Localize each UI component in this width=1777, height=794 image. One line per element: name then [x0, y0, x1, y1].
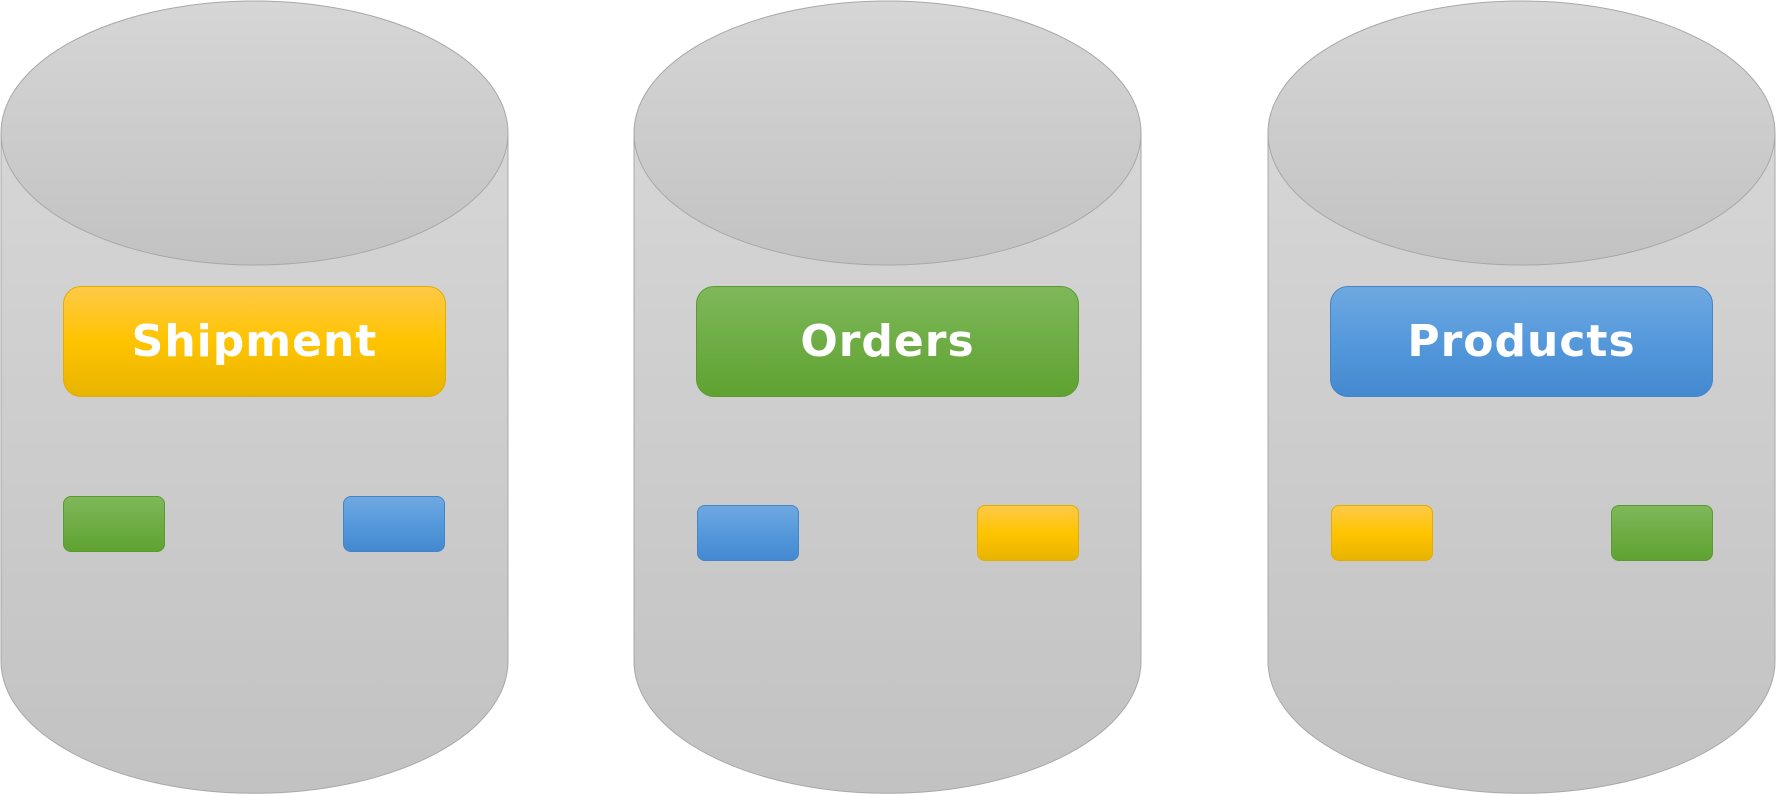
database-cylinder-orders: Orders — [633, 0, 1143, 794]
cylinder-shape — [0, 0, 509, 794]
cylinder-shape — [633, 0, 1142, 794]
green-chip — [63, 496, 165, 552]
database-label-shipment: Shipment — [63, 286, 446, 397]
cylinder-shape — [1267, 0, 1776, 794]
green-chip — [1611, 505, 1713, 561]
database-label-orders: Orders — [696, 286, 1079, 397]
yellow-chip — [1331, 505, 1433, 561]
yellow-chip — [977, 505, 1079, 561]
database-diagram: Shipment Orders Products — [0, 0, 1777, 794]
blue-chip — [697, 505, 799, 561]
database-cylinder-products: Products — [1267, 0, 1777, 794]
database-label-products: Products — [1330, 286, 1713, 397]
database-cylinder-shipment: Shipment — [0, 0, 510, 794]
blue-chip — [343, 496, 445, 552]
